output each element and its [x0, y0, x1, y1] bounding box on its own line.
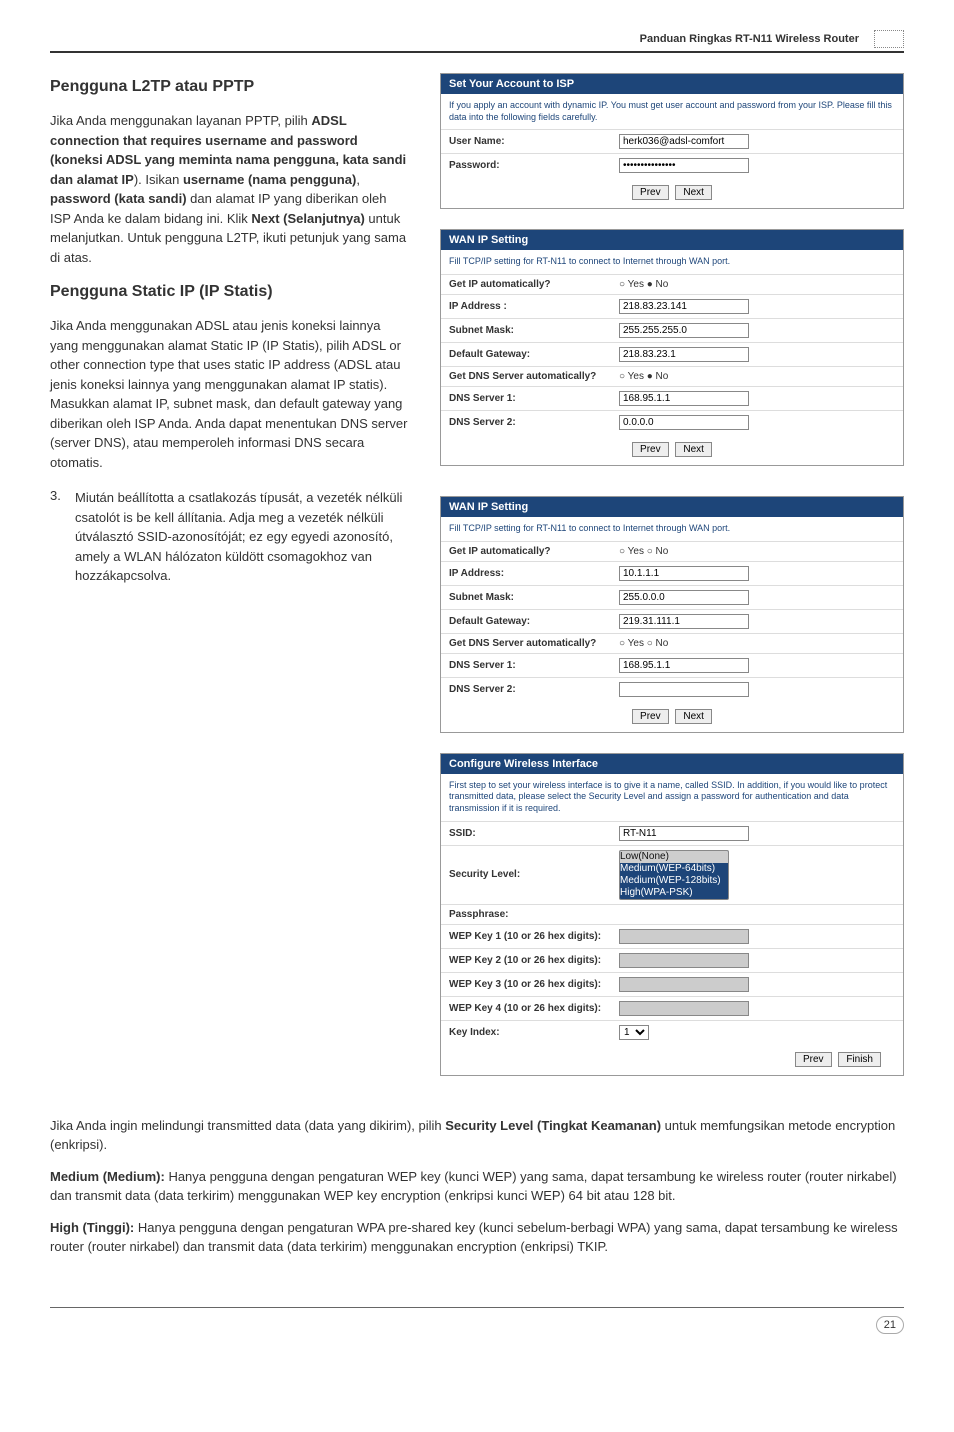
header-title: Panduan Ringkas RT-N11 Wireless Router — [640, 33, 859, 45]
wan1-dns1-label: DNS Server 1: — [449, 393, 619, 404]
wep2-input[interactable] — [619, 953, 749, 968]
panel-wan2-header: WAN IP Setting — [441, 497, 903, 517]
wan2-autoip-label: Get IP automatically? — [449, 546, 619, 557]
bottom-section: Jika Anda ingin melindungi transmitted d… — [50, 1116, 904, 1257]
header-icon — [874, 30, 904, 48]
wan1-ip-input[interactable] — [619, 299, 749, 314]
username-input[interactable] — [619, 134, 749, 149]
wan2-ip-label: IP Address: — [449, 568, 619, 579]
wan1-dns2-input[interactable] — [619, 415, 749, 430]
wan2-dnsauto-label: Get DNS Server automatically? — [449, 638, 619, 649]
username-label: User Name: — [449, 136, 619, 147]
wan2-dns2-input[interactable] — [619, 682, 749, 697]
wep4-label: WEP Key 4 (10 or 26 hex digits): — [449, 1003, 619, 1014]
list-num: 3. — [50, 488, 75, 586]
wan2-next-button[interactable]: Next — [675, 709, 712, 724]
section2-title: Pengguna Static IP (IP Statis) — [50, 283, 410, 301]
wan2-dns1-input[interactable] — [619, 658, 749, 673]
wan1-mask-label: Subnet Mask: — [449, 325, 619, 336]
wan2-gw-label: Default Gateway: — [449, 616, 619, 627]
account-next-button[interactable]: Next — [675, 185, 712, 200]
wan1-dnsauto-radios[interactable]: ○ Yes ● No — [619, 371, 668, 382]
page-number: 21 — [876, 1316, 904, 1334]
panel-account-header: Set Your Account to ISP — [441, 74, 903, 94]
wan2-dns2-label: DNS Server 2: — [449, 684, 619, 695]
wan1-dns2-label: DNS Server 2: — [449, 417, 619, 428]
wan1-next-button[interactable]: Next — [675, 442, 712, 457]
keyidx-label: Key Index: — [449, 1027, 619, 1038]
bottom-p1: Jika Anda ingin melindungi transmitted d… — [50, 1116, 904, 1155]
password-label: Password: — [449, 160, 619, 171]
wep1-input[interactable] — [619, 929, 749, 944]
wifi-finish-button[interactable]: Finish — [838, 1052, 881, 1067]
wan1-mask-input[interactable] — [619, 323, 749, 338]
wan2-ip-input[interactable] — [619, 566, 749, 581]
panel-wan1: WAN IP Setting Fill TCP/IP setting for R… — [440, 229, 904, 466]
wan2-autoip-radios[interactable]: ○ Yes ○ No — [619, 546, 668, 557]
wan1-prev-button[interactable]: Prev — [632, 442, 669, 457]
bottom-p3: High (Tinggi): Hanya pengguna dengan pen… — [50, 1218, 904, 1257]
panel-wan1-desc: Fill TCP/IP setting for RT-N11 to connec… — [441, 250, 903, 274]
ssid-input[interactable] — [619, 826, 749, 841]
ssid-label: SSID: — [449, 828, 619, 839]
list-text: Miután beállította a csatlakozás típusát… — [75, 488, 410, 586]
wep1-label: WEP Key 1 (10 or 26 hex digits): — [449, 931, 619, 942]
panel-wan1-header: WAN IP Setting — [441, 230, 903, 250]
section1-title: Pengguna L2TP atau PPTP — [50, 78, 410, 96]
wan2-gw-input[interactable] — [619, 614, 749, 629]
panel-wifi-header: Configure Wireless Interface — [441, 754, 903, 774]
panel-account-desc: If you apply an account with dynamic IP.… — [441, 94, 903, 129]
wep3-label: WEP Key 3 (10 or 26 hex digits): — [449, 979, 619, 990]
wan2-prev-button[interactable]: Prev — [632, 709, 669, 724]
wan1-dnsauto-label: Get DNS Server automatically? — [449, 371, 619, 382]
wifi-prev-button[interactable]: Prev — [795, 1052, 832, 1067]
panel-account: Set Your Account to ISP If you apply an … — [440, 73, 904, 209]
panel-wifi: Configure Wireless Interface First step … — [440, 753, 904, 1076]
bottom-p2: Medium (Medium): Hanya pengguna dengan p… — [50, 1167, 904, 1206]
panel-wan2-desc: Fill TCP/IP setting for RT-N11 to connec… — [441, 517, 903, 541]
wep2-label: WEP Key 2 (10 or 26 hex digits): — [449, 955, 619, 966]
passphrase-label: Passphrase: — [449, 909, 619, 920]
section1-body: Jika Anda menggunakan layanan PPTP, pili… — [50, 111, 410, 267]
security-label: Security Level: — [449, 869, 619, 880]
wan2-mask-label: Subnet Mask: — [449, 592, 619, 603]
keyidx-select[interactable]: 1 — [619, 1025, 649, 1040]
wep3-input[interactable] — [619, 977, 749, 992]
account-prev-button[interactable]: Prev — [632, 185, 669, 200]
security-select[interactable]: Low(None)Medium(WEP-64bits)Medium(WEP-12… — [619, 850, 729, 900]
panel-wifi-desc: First step to set your wireless interfac… — [441, 774, 903, 821]
wan1-gw-label: Default Gateway: — [449, 349, 619, 360]
wan1-autoip-label: Get IP automatically? — [449, 279, 619, 290]
password-input[interactable] — [619, 158, 749, 173]
wan2-mask-input[interactable] — [619, 590, 749, 605]
wan1-gw-input[interactable] — [619, 347, 749, 362]
list-item-3: 3. Miután beállította a csatlakozás típu… — [50, 488, 410, 586]
wep4-input[interactable] — [619, 1001, 749, 1016]
wan2-dns1-label: DNS Server 1: — [449, 660, 619, 671]
header-bar: Panduan Ringkas RT-N11 Wireless Router — [50, 30, 904, 53]
wan1-dns1-input[interactable] — [619, 391, 749, 406]
wan1-ip-label: IP Address : — [449, 301, 619, 312]
wan2-dnsauto-radios[interactable]: ○ Yes ○ No — [619, 638, 668, 649]
panel-wan2: WAN IP Setting Fill TCP/IP setting for R… — [440, 496, 904, 733]
section2-body: Jika Anda menggunakan ADSL atau jenis ko… — [50, 316, 410, 472]
footer: 21 — [50, 1307, 904, 1334]
wan1-autoip-radios[interactable]: ○ Yes ● No — [619, 279, 668, 290]
